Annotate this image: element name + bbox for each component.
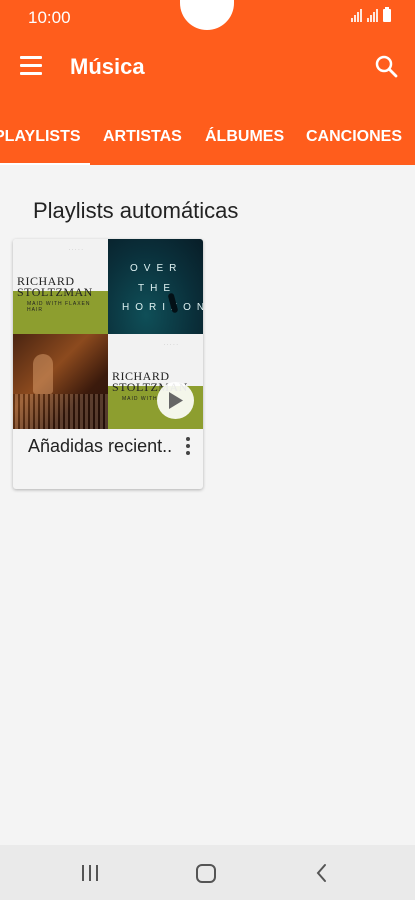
album-art-text: MAID WITH FLAXEN HAIR bbox=[27, 301, 91, 313]
play-icon bbox=[169, 392, 183, 409]
app-bar: Música PLAYLISTS ARTISTAS ÁLBUMES CANCIO… bbox=[0, 34, 415, 165]
status-time: 10:00 bbox=[28, 8, 71, 27]
album-art-figure bbox=[33, 354, 53, 394]
tab-albumes[interactable]: ÁLBUMES bbox=[205, 128, 284, 146]
status-icons bbox=[351, 7, 391, 22]
album-art-tiny-text: · · · · · bbox=[164, 343, 179, 347]
album-art: OVER THE HORIZON bbox=[108, 239, 203, 334]
section-title: Playlists automáticas bbox=[33, 198, 239, 223]
album-art-figure bbox=[13, 394, 108, 429]
battery-icon bbox=[383, 7, 391, 22]
page-title: Música bbox=[70, 54, 145, 79]
album-art-tiny-text: · · · · · bbox=[69, 248, 84, 252]
playlist-card[interactable]: · · · · · RICHARD STOLTZMAN MAID WITH FL… bbox=[13, 239, 203, 489]
more-vert-icon[interactable] bbox=[181, 437, 195, 457]
album-art: · · · · · RICHARD STOLTZMAN MAID WITH bbox=[108, 334, 203, 429]
album-art-text: OVER bbox=[130, 263, 183, 274]
album-art-text: HORIZON bbox=[122, 302, 203, 313]
tab-canciones[interactable]: CANCIONES bbox=[306, 128, 402, 146]
album-art bbox=[13, 334, 108, 429]
tab-indicator bbox=[0, 163, 90, 165]
search-icon[interactable] bbox=[374, 54, 400, 80]
camera-notch bbox=[180, 0, 234, 30]
tab-playlists[interactable]: PLAYLISTS bbox=[0, 128, 81, 146]
system-nav-bar bbox=[0, 845, 415, 900]
signal-icon bbox=[351, 9, 363, 22]
album-art-text: STOLTZMAN bbox=[17, 285, 93, 299]
play-button[interactable] bbox=[157, 382, 194, 419]
tab-artistas[interactable]: ARTISTAS bbox=[103, 128, 182, 146]
signal-icon bbox=[367, 9, 379, 22]
home-icon[interactable] bbox=[194, 860, 218, 886]
album-art: · · · · · RICHARD STOLTZMAN MAID WITH FL… bbox=[13, 239, 108, 334]
back-icon[interactable] bbox=[314, 860, 330, 886]
album-art-text: MAID WITH bbox=[122, 396, 158, 402]
recents-icon[interactable] bbox=[80, 860, 100, 886]
tab-bar: PLAYLISTS ARTISTAS ÁLBUMES CANCIONES bbox=[0, 118, 415, 165]
hamburger-icon[interactable] bbox=[20, 56, 44, 76]
status-bar: 10:00 bbox=[0, 0, 415, 34]
playlist-title: Añadidas recient.. bbox=[28, 436, 173, 456]
